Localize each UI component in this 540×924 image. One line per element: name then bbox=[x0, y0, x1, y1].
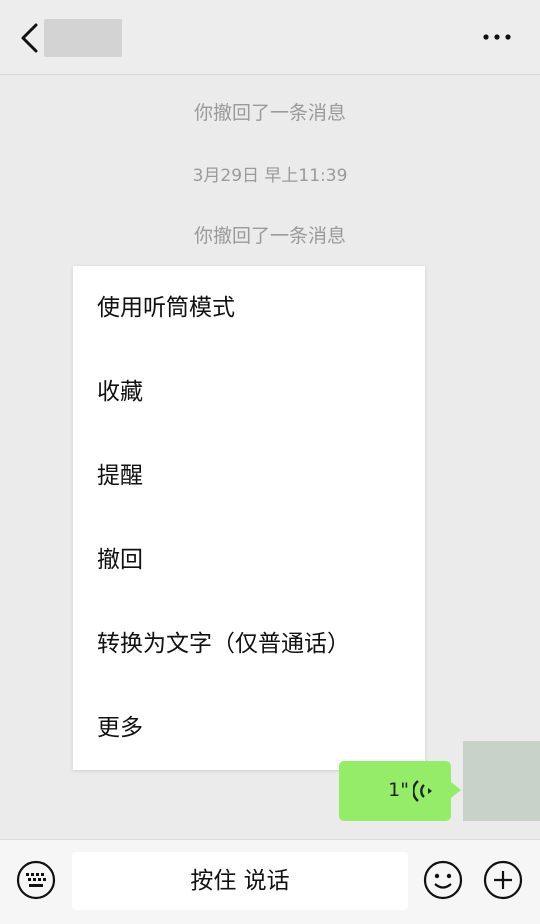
chevron-left-icon[interactable] bbox=[18, 22, 44, 54]
input-bar: 按住 说话 bbox=[0, 839, 540, 924]
voice-wave-icon bbox=[413, 780, 432, 802]
menu-item-recall[interactable]: 撤回 bbox=[73, 518, 425, 602]
voice-duration: 1" bbox=[388, 779, 409, 801]
my-avatar[interactable] bbox=[463, 741, 540, 821]
menu-item-more[interactable]: 更多 bbox=[73, 686, 425, 770]
contact-name-blurred bbox=[44, 19, 122, 57]
system-message-recall: 你撤回了一条消息 bbox=[193, 102, 346, 124]
context-menu: 使用听筒模式 收藏 提醒 撤回 转换为文字（仅普通话） 更多 bbox=[73, 266, 425, 770]
plus-icon[interactable] bbox=[483, 860, 523, 900]
menu-item-earpiece-mode[interactable]: 使用听筒模式 bbox=[73, 266, 425, 350]
voice-message-bubble[interactable]: 1" bbox=[339, 761, 461, 821]
menu-item-convert-to-text[interactable]: 转换为文字（仅普通话） bbox=[73, 602, 425, 686]
keyboard-icon[interactable] bbox=[16, 860, 56, 900]
system-message-recall: 你撤回了一条消息 bbox=[193, 225, 346, 247]
chat-header bbox=[0, 0, 540, 75]
more-horizontal-icon[interactable] bbox=[482, 28, 512, 46]
hold-to-talk-button[interactable]: 按住 说话 bbox=[72, 852, 408, 910]
menu-item-favorite[interactable]: 收藏 bbox=[73, 350, 425, 434]
emoji-icon[interactable] bbox=[423, 860, 463, 900]
menu-item-remind[interactable]: 提醒 bbox=[73, 434, 425, 518]
timestamp: 3月29日 早上11:39 bbox=[192, 166, 348, 186]
